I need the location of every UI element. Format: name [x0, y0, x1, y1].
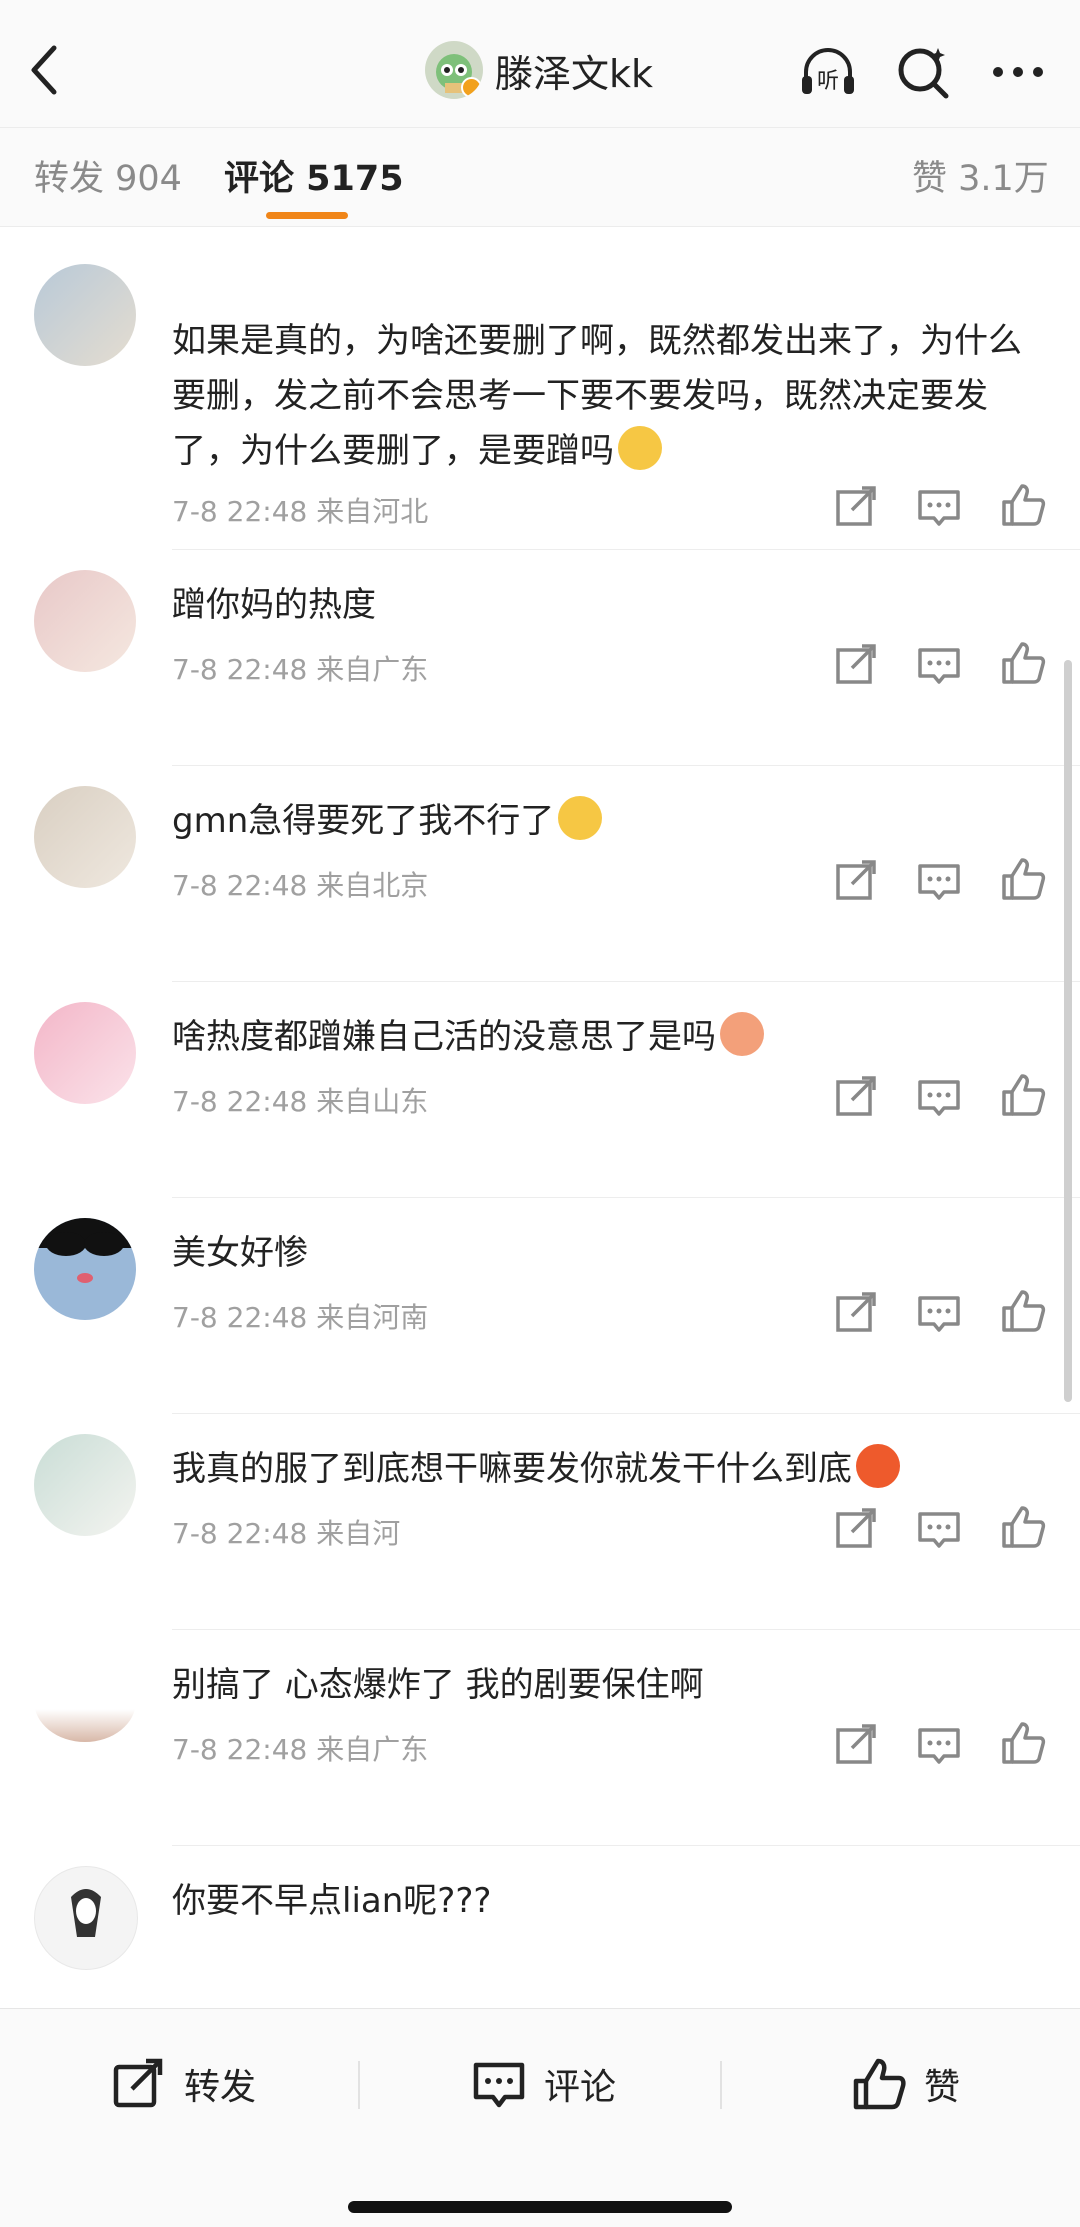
like-icon[interactable]	[998, 1070, 1048, 1120]
repost-icon[interactable]	[832, 1720, 882, 1770]
comment-button[interactable]: 评论	[470, 2049, 616, 2119]
comment-meta: 7-8 22:48 来自河北	[172, 495, 429, 528]
listen-label: 听	[817, 69, 839, 94]
sunglasses-face-icon	[34, 1218, 136, 1283]
comment-icon	[473, 2062, 525, 2108]
bottom-action-bar: 转发 评论 赞	[0, 2008, 1080, 2227]
repost-icon[interactable]	[832, 640, 882, 690]
like-icon[interactable]	[998, 480, 1048, 530]
verified-badge-icon	[461, 77, 482, 98]
repost-icon[interactable]	[832, 856, 882, 906]
more-dots-icon	[993, 67, 1043, 77]
comment-item: 蹭你妈的热度 7-8 22:48 来自广东	[0, 550, 1080, 766]
comment-text: gmn急得要死了我不行了	[172, 794, 1032, 849]
comment-icon[interactable]	[914, 1072, 964, 1122]
comment-item: 你要不早点lian呢???	[0, 1846, 1080, 2006]
top-nav-bar: 滕泽文kk 听	[0, 0, 1080, 128]
comment-meta: 7-8 22:48 来自河	[172, 1517, 401, 1550]
emoji-icon	[720, 1012, 764, 1056]
comment-meta: 7-8 22:48 来自山东	[172, 1085, 429, 1118]
listen-button[interactable]: 听	[796, 40, 860, 104]
commenter-avatar[interactable]	[34, 264, 136, 366]
comment-item: 美女好惨 7-8 22:48 来自河南	[0, 1198, 1080, 1414]
search-button[interactable]	[892, 40, 956, 104]
page-title: 滕泽文kk	[495, 51, 654, 96]
comment-meta: 7-8 22:48 来自河南	[172, 1301, 429, 1334]
comment-text: 如果是真的，为啥还要删了啊，既然都发出来了，为什么要删，发之前不会思考一下要不要…	[172, 321, 1022, 471]
comment-item: 我真的服了到底想干嘛要发你就发干什么到底 7-8 22:48 来自河	[0, 1414, 1080, 1630]
commenter-avatar[interactable]	[34, 1866, 138, 1970]
like-icon[interactable]	[998, 1286, 1048, 1336]
commenter-avatar[interactable]	[34, 1002, 136, 1104]
chevron-left-icon	[31, 45, 57, 95]
repost-icon[interactable]	[832, 482, 882, 532]
emoji-icon	[558, 796, 603, 840]
comment-icon[interactable]	[914, 1288, 964, 1338]
user-avatar[interactable]	[425, 41, 483, 99]
repost-icon[interactable]	[832, 1288, 882, 1338]
sketch-portrait-icon	[71, 1889, 101, 1937]
commenter-avatar[interactable]	[34, 1218, 136, 1320]
bottom-divider	[720, 2061, 722, 2109]
repost-icon[interactable]	[832, 1504, 882, 1554]
like-icon[interactable]	[998, 1718, 1048, 1768]
active-tab-indicator	[266, 212, 348, 219]
profile-title[interactable]: 滕泽文kk	[425, 38, 653, 102]
comment-text: 别搞了 心态爆炸了 我的剧要保住啊	[172, 1665, 704, 1705]
like-label: 赞	[924, 2067, 961, 2108]
like-button[interactable]: 赞	[850, 2049, 960, 2119]
comment-meta: 7-8 22:48 来自广东	[172, 653, 429, 686]
comment-text: 蹭你妈的热度	[172, 585, 376, 625]
tab-comment[interactable]: 评论 5175	[224, 150, 404, 201]
repost-label: 转发	[184, 2067, 257, 2108]
scrollbar[interactable]	[1064, 660, 1072, 1402]
commenter-avatar[interactable]	[34, 786, 136, 888]
repost-icon	[113, 2058, 163, 2108]
like-icon[interactable]	[998, 854, 1048, 904]
emoji-icon	[856, 1444, 900, 1488]
search-icon	[898, 48, 949, 99]
commenter-avatar[interactable]	[34, 1434, 136, 1536]
comment-text: 你要不早点lian呢???	[172, 1881, 492, 1921]
comment-icon[interactable]	[914, 1504, 964, 1554]
comment-text: 美女好惨	[172, 1233, 308, 1273]
tab-repost[interactable]: 转发 904	[34, 150, 182, 201]
repost-button[interactable]: 转发	[110, 2049, 256, 2119]
comment-item: 啥热度都蹭嫌自己活的没意思了是吗 7-8 22:48 来自山东	[0, 982, 1080, 1198]
comment-meta: 7-8 22:48 来自北京	[172, 869, 429, 902]
comment-item: gmn急得要死了我不行了 7-8 22:48 来自北京	[0, 766, 1080, 982]
tab-like[interactable]: 赞 3.1万	[912, 150, 1049, 201]
comment-item: 如果是真的，为啥还要删了啊，既然都发出来了，为什么要删，发之前不会思考一下要不要…	[0, 227, 1080, 550]
commenter-avatar[interactable]	[34, 570, 136, 672]
repost-icon[interactable]	[832, 1072, 882, 1122]
comment-label: 评论	[544, 2067, 617, 2108]
bottom-divider	[358, 2061, 360, 2109]
comment-icon[interactable]	[914, 1720, 964, 1770]
thumbs-up-icon	[853, 2058, 906, 2110]
comment-icon[interactable]	[914, 640, 964, 690]
comment-item: 别搞了 心态爆炸了 我的剧要保住啊 7-8 22:48 来自广东	[0, 1630, 1080, 1846]
comment-text: 啥热度都蹭嫌自己活的没意思了是吗	[172, 1010, 1032, 1065]
headphones-icon: 听	[802, 48, 854, 94]
home-indicator[interactable]	[348, 2201, 732, 2213]
tab-bar: 转发 904 评论 5175 赞 3.1万	[0, 128, 1080, 227]
like-icon[interactable]	[998, 1502, 1048, 1552]
commenter-avatar[interactable]	[34, 1660, 136, 1742]
more-options-button[interactable]	[986, 40, 1050, 104]
back-button[interactable]	[22, 38, 72, 98]
comment-meta: 7-8 22:48 来自广东	[172, 1733, 429, 1766]
comment-text: 我真的服了到底想干嘛要发你就发干什么到底	[172, 1442, 1032, 1497]
comment-icon[interactable]	[914, 856, 964, 906]
like-icon[interactable]	[998, 638, 1048, 688]
emoji-icon	[618, 426, 662, 470]
comment-icon[interactable]	[914, 482, 964, 532]
